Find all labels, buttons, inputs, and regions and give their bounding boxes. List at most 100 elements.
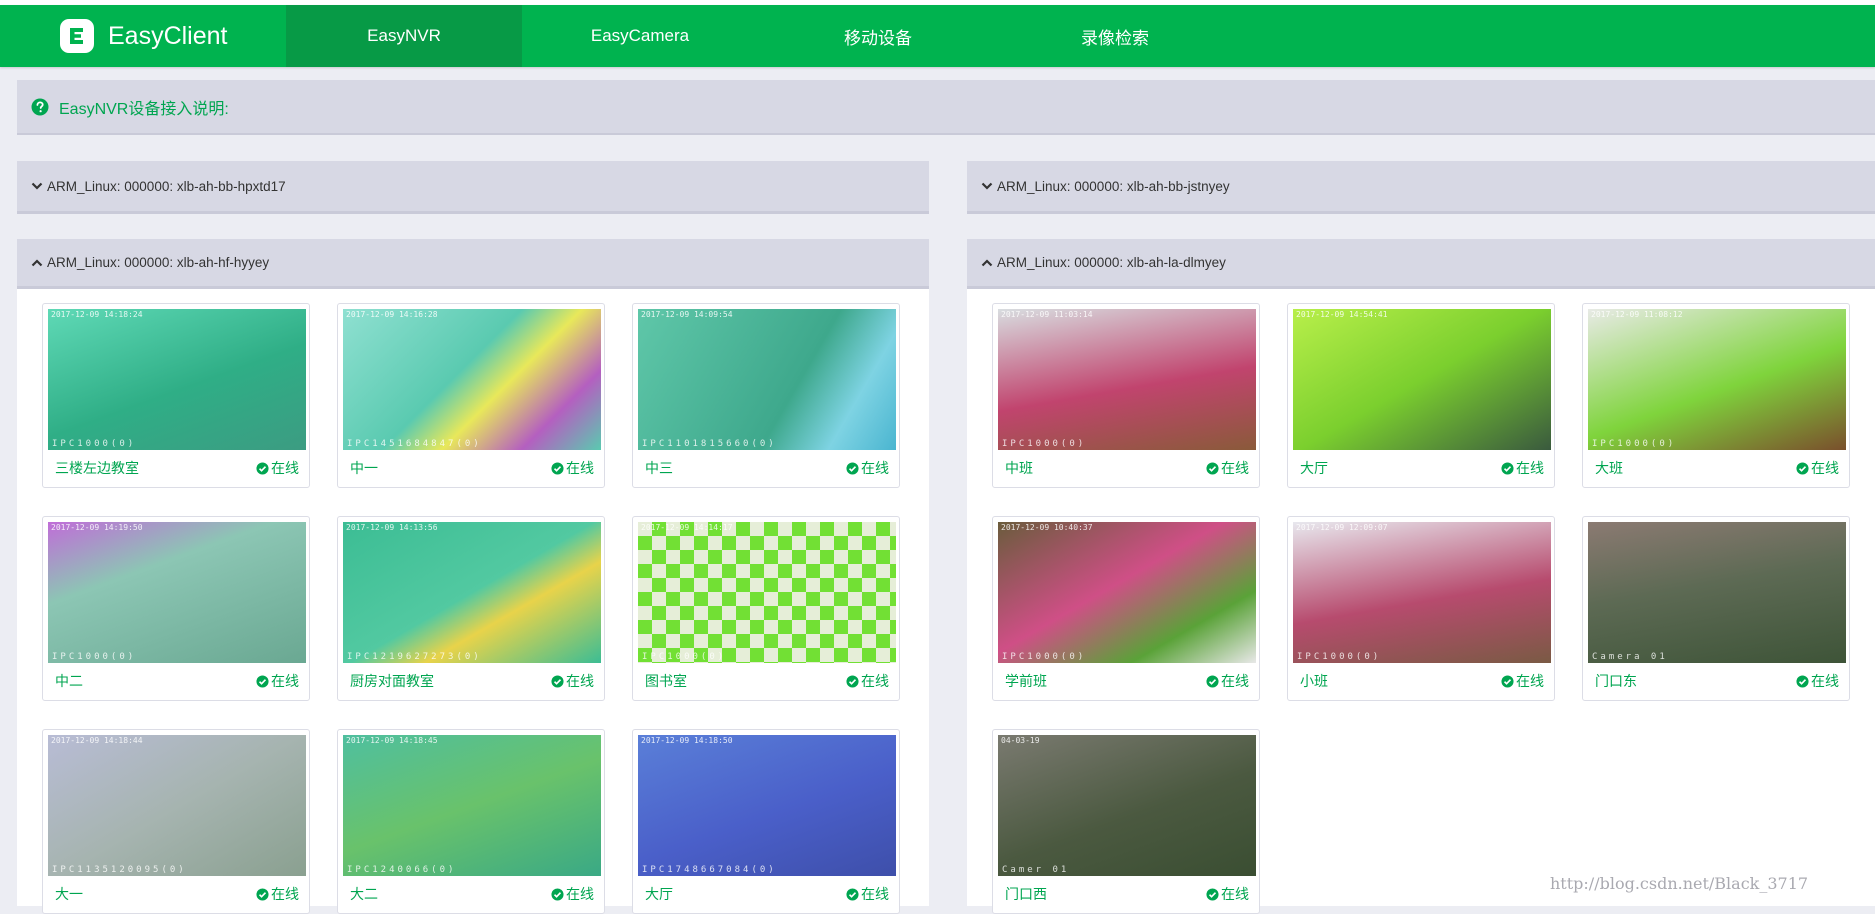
status-label: 在线 xyxy=(861,673,889,689)
camera-tile[interactable]: Camera 01 门口东 在线 xyxy=(1582,516,1850,701)
status-label: 在线 xyxy=(271,460,299,476)
snapshot-timestamp: 2017-12-09 12:09:07 xyxy=(1296,523,1388,532)
check-circle-icon xyxy=(1796,674,1809,688)
camera-snapshot[interactable]: 2017-12-09 10:40:37 IPC1000(0) xyxy=(998,522,1256,663)
info-bar[interactable]: EasyNVR设备接入说明: xyxy=(17,80,1875,135)
camera-tile[interactable]: 2017-12-09 14:19:50 IPC1000(0) 中二 在线 xyxy=(42,516,310,701)
status-label: 在线 xyxy=(566,673,594,689)
status-online: 在线 xyxy=(846,884,889,904)
status-online: 在线 xyxy=(256,671,299,691)
camera-tile[interactable]: 2017-12-09 12:09:07 IPC1000(0) 小班 在线 xyxy=(1287,516,1555,701)
snapshot-timestamp: 2017-12-09 14:09:54 xyxy=(641,310,733,319)
brand-name: EasyClient xyxy=(108,21,228,50)
panel-title: ARM_Linux: 000000: xlb-ah-la-dlmyey xyxy=(997,255,1226,270)
status-label: 在线 xyxy=(1811,460,1839,476)
panel-left-expanded: ARM_Linux: 000000: xlb-ah-hf-hyyey 2017-… xyxy=(17,239,929,914)
camera-tile[interactable]: 2017-12-09 14:18:50 IPC1748667084(0) 大厅 在线 xyxy=(632,729,900,914)
top-navbar: EasyClient EasyNVR EasyCamera 移动设备 录像检索 xyxy=(0,5,1875,67)
camera-snapshot[interactable]: 2017-12-09 12:09:07 IPC1000(0) xyxy=(1293,522,1551,663)
status-online: 在线 xyxy=(256,884,299,904)
camera-tile[interactable]: 2017-12-09 10:40:37 IPC1000(0) 学前班 在线 xyxy=(992,516,1260,701)
check-circle-icon xyxy=(1206,887,1219,901)
camera-snapshot[interactable]: 2017-12-09 14:54:41 xyxy=(1293,309,1551,450)
camera-name: 大一 xyxy=(55,886,83,902)
nav-mobile-devices[interactable]: 移动设备 xyxy=(760,5,996,67)
camera-tile[interactable]: 2017-12-09 14:18:24 IPC1000(0) 三楼左边教室 在线 xyxy=(42,303,310,488)
check-circle-icon xyxy=(1501,461,1514,475)
easyclient-logo-icon xyxy=(60,19,94,53)
status-online: 在线 xyxy=(256,458,299,478)
check-circle-icon xyxy=(551,674,564,688)
snapshot-timestamp: 2017-12-09 14:18:44 xyxy=(51,736,143,745)
check-circle-icon xyxy=(846,674,859,688)
snapshot-timestamp: 2017-12-09 11:03:14 xyxy=(1001,310,1093,319)
snapshot-timestamp: 2017-12-09 11:08:12 xyxy=(1591,310,1683,319)
snapshot-timestamp: 04-03-19 xyxy=(1001,736,1040,745)
camera-snapshot[interactable]: 2017-12-09 14:14:17 IPC1000(0) xyxy=(638,522,896,663)
status-label: 在线 xyxy=(1221,460,1249,476)
camera-name: 图书室 xyxy=(645,673,687,689)
snapshot-channel: IPC1000(0) xyxy=(52,439,137,449)
camera-name: 中三 xyxy=(645,460,673,476)
snapshot-timestamp: 2017-12-09 10:40:37 xyxy=(1001,523,1093,532)
nav-easycamera[interactable]: EasyCamera xyxy=(522,5,758,67)
snapshot-timestamp: 2017-12-09 14:18:45 xyxy=(346,736,438,745)
camera-snapshot[interactable]: 2017-12-09 14:18:24 IPC1000(0) xyxy=(48,309,306,450)
camera-name: 大班 xyxy=(1595,460,1623,476)
nav-record-search[interactable]: 录像检索 xyxy=(997,5,1233,67)
status-online: 在线 xyxy=(551,671,594,691)
check-circle-icon xyxy=(256,461,269,475)
camera-snapshot[interactable]: 2017-12-09 14:18:44 IPC1135120095(0) xyxy=(48,735,306,876)
brand[interactable]: EasyClient xyxy=(60,5,228,67)
camera-snapshot[interactable]: 2017-12-09 14:16:28 IPC1451684847(0) xyxy=(343,309,601,450)
status-online: 在线 xyxy=(1206,671,1249,691)
camera-tile[interactable]: 2017-12-09 14:18:44 IPC1135120095(0) 大一 在线 xyxy=(42,729,310,914)
camera-tile[interactable]: 2017-12-09 14:54:41 大厅 在线 xyxy=(1287,303,1555,488)
camera-name: 中一 xyxy=(350,460,378,476)
status-label: 在线 xyxy=(1221,886,1249,902)
status-label: 在线 xyxy=(1221,673,1249,689)
check-circle-icon xyxy=(1501,674,1514,688)
camera-name: 中班 xyxy=(1005,460,1033,476)
camera-tile[interactable]: 04-03-19 Camer 01 门口西 在线 xyxy=(992,729,1260,914)
check-circle-icon xyxy=(846,461,859,475)
camera-tile[interactable]: 2017-12-09 14:09:54 IPC1101815660(0) 中三 在线 xyxy=(632,303,900,488)
camera-snapshot[interactable]: 2017-12-09 14:18:50 IPC1748667084(0) xyxy=(638,735,896,876)
panel-header[interactable]: ARM_Linux: 000000: xlb-ah-bb-hpxtd17 xyxy=(17,161,929,214)
camera-tile[interactable]: 2017-12-09 14:13:56 IPC1219627273(0) 厨房对面教… xyxy=(337,516,605,701)
status-online: 在线 xyxy=(1206,458,1249,478)
camera-tile[interactable]: 2017-12-09 14:16:28 IPC1451684847(0) 中一 在线 xyxy=(337,303,605,488)
status-label: 在线 xyxy=(271,673,299,689)
snapshot-timestamp: 2017-12-09 14:13:56 xyxy=(346,523,438,532)
status-online: 在线 xyxy=(1796,671,1839,691)
snapshot-channel: IPC1219627273(0) xyxy=(347,652,482,662)
panel-header[interactable]: ARM_Linux: 000000: xlb-ah-bb-jstnyey xyxy=(967,161,1875,214)
camera-name: 大厅 xyxy=(645,886,673,902)
camera-tile[interactable]: 2017-12-09 11:08:12 IPC1000(0) 大班 在线 xyxy=(1582,303,1850,488)
nav-easynvr[interactable]: EasyNVR xyxy=(286,5,522,67)
panel-header[interactable]: ARM_Linux: 000000: xlb-ah-la-dlmyey xyxy=(967,239,1875,289)
status-label: 在线 xyxy=(271,886,299,902)
status-online: 在线 xyxy=(551,458,594,478)
camera-snapshot[interactable]: 04-03-19 Camer 01 xyxy=(998,735,1256,876)
camera-name: 厨房对面教室 xyxy=(350,673,434,689)
camera-tile[interactable]: 2017-12-09 11:03:14 IPC1000(0) 中班 在线 xyxy=(992,303,1260,488)
camera-snapshot[interactable]: 2017-12-09 11:03:14 IPC1000(0) xyxy=(998,309,1256,450)
status-online: 在线 xyxy=(846,671,889,691)
camera-name: 门口东 xyxy=(1595,673,1637,689)
camera-snapshot[interactable]: 2017-12-09 14:18:45 IPC1240066(0) xyxy=(343,735,601,876)
camera-snapshot[interactable]: 2017-12-09 14:13:56 IPC1219627273(0) xyxy=(343,522,601,663)
camera-name: 三楼左边教室 xyxy=(55,460,139,476)
camera-snapshot[interactable]: Camera 01 xyxy=(1588,522,1846,663)
camera-snapshot[interactable]: 2017-12-09 14:09:54 IPC1101815660(0) xyxy=(638,309,896,450)
panel-title: ARM_Linux: 000000: xlb-ah-bb-jstnyey xyxy=(997,178,1230,194)
camera-tile[interactable]: 2017-12-09 14:18:45 IPC1240066(0) 大二 在线 xyxy=(337,729,605,914)
snapshot-timestamp: 2017-12-09 14:18:24 xyxy=(51,310,143,319)
camera-snapshot[interactable]: 2017-12-09 11:08:12 IPC1000(0) xyxy=(1588,309,1846,450)
camera-tile[interactable]: 2017-12-09 14:14:17 IPC1000(0) 图书室 在线 xyxy=(632,516,900,701)
snapshot-channel: IPC1000(0) xyxy=(642,652,727,662)
chevron-down-icon xyxy=(981,180,993,192)
camera-snapshot[interactable]: 2017-12-09 14:19:50 IPC1000(0) xyxy=(48,522,306,663)
snapshot-channel: IPC1000(0) xyxy=(1297,652,1382,662)
panel-header[interactable]: ARM_Linux: 000000: xlb-ah-hf-hyyey xyxy=(17,239,929,289)
